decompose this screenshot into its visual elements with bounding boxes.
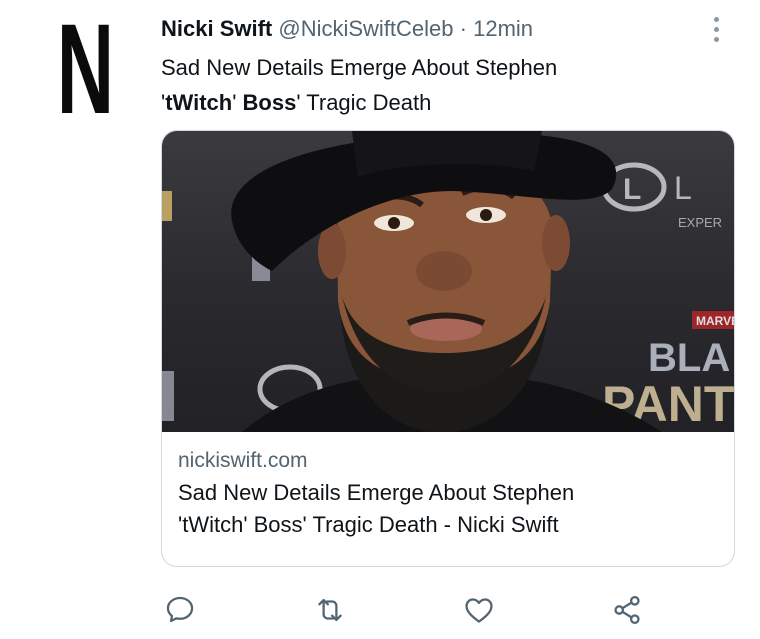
card-title-line-2: 'tWitch' Boss' Tragic Death - Nicki Swif… xyxy=(178,512,559,537)
backdrop-logo-text-2: L xyxy=(674,170,692,206)
tweet-text: Sad New Details Emerge About Stephen 'tW… xyxy=(161,50,701,120)
reply-icon[interactable] xyxy=(162,592,198,628)
card-image[interactable]: L L EXPER MARVEL BLA PANT xyxy=(162,131,734,432)
like-icon[interactable] xyxy=(461,592,497,628)
tweet-text-line-1: Sad New Details Emerge About Stephen xyxy=(161,55,558,80)
svg-text:BLA: BLA xyxy=(648,336,730,380)
avatar-logo: N xyxy=(56,0,114,141)
header-separator: · xyxy=(459,16,467,41)
author-name[interactable]: Nicki Swift xyxy=(161,16,272,41)
share-icon[interactable] xyxy=(609,592,645,628)
tweet-actions xyxy=(0,592,760,628)
svg-text:MARVEL: MARVEL xyxy=(696,314,734,328)
portrait-photo: L L EXPER MARVEL BLA PANT xyxy=(162,131,734,432)
author-handle[interactable]: @NickiSwiftCeleb xyxy=(278,16,453,41)
backdrop-logo-text: L xyxy=(623,173,641,206)
backdrop-small-text: EXPER xyxy=(678,215,722,230)
more-options-icon[interactable] xyxy=(705,12,727,46)
tweet-header: Nicki Swift @NickiSwiftCeleb · 12min xyxy=(161,14,700,44)
link-card[interactable]: L L EXPER MARVEL BLA PANT xyxy=(161,130,735,567)
card-domain: nickiswift.com xyxy=(178,449,308,472)
avatar[interactable]: N xyxy=(44,0,124,141)
card-title-line-1: Sad New Details Emerge About Stephen xyxy=(178,480,575,505)
retweet-icon[interactable] xyxy=(312,592,348,628)
tweet-text-line-2: 'tWitch' Boss' Tragic Death xyxy=(161,90,432,115)
card-info: nickiswift.com Sad New Details Emerge Ab… xyxy=(178,445,718,541)
tweet-timestamp[interactable]: 12min xyxy=(473,16,533,41)
